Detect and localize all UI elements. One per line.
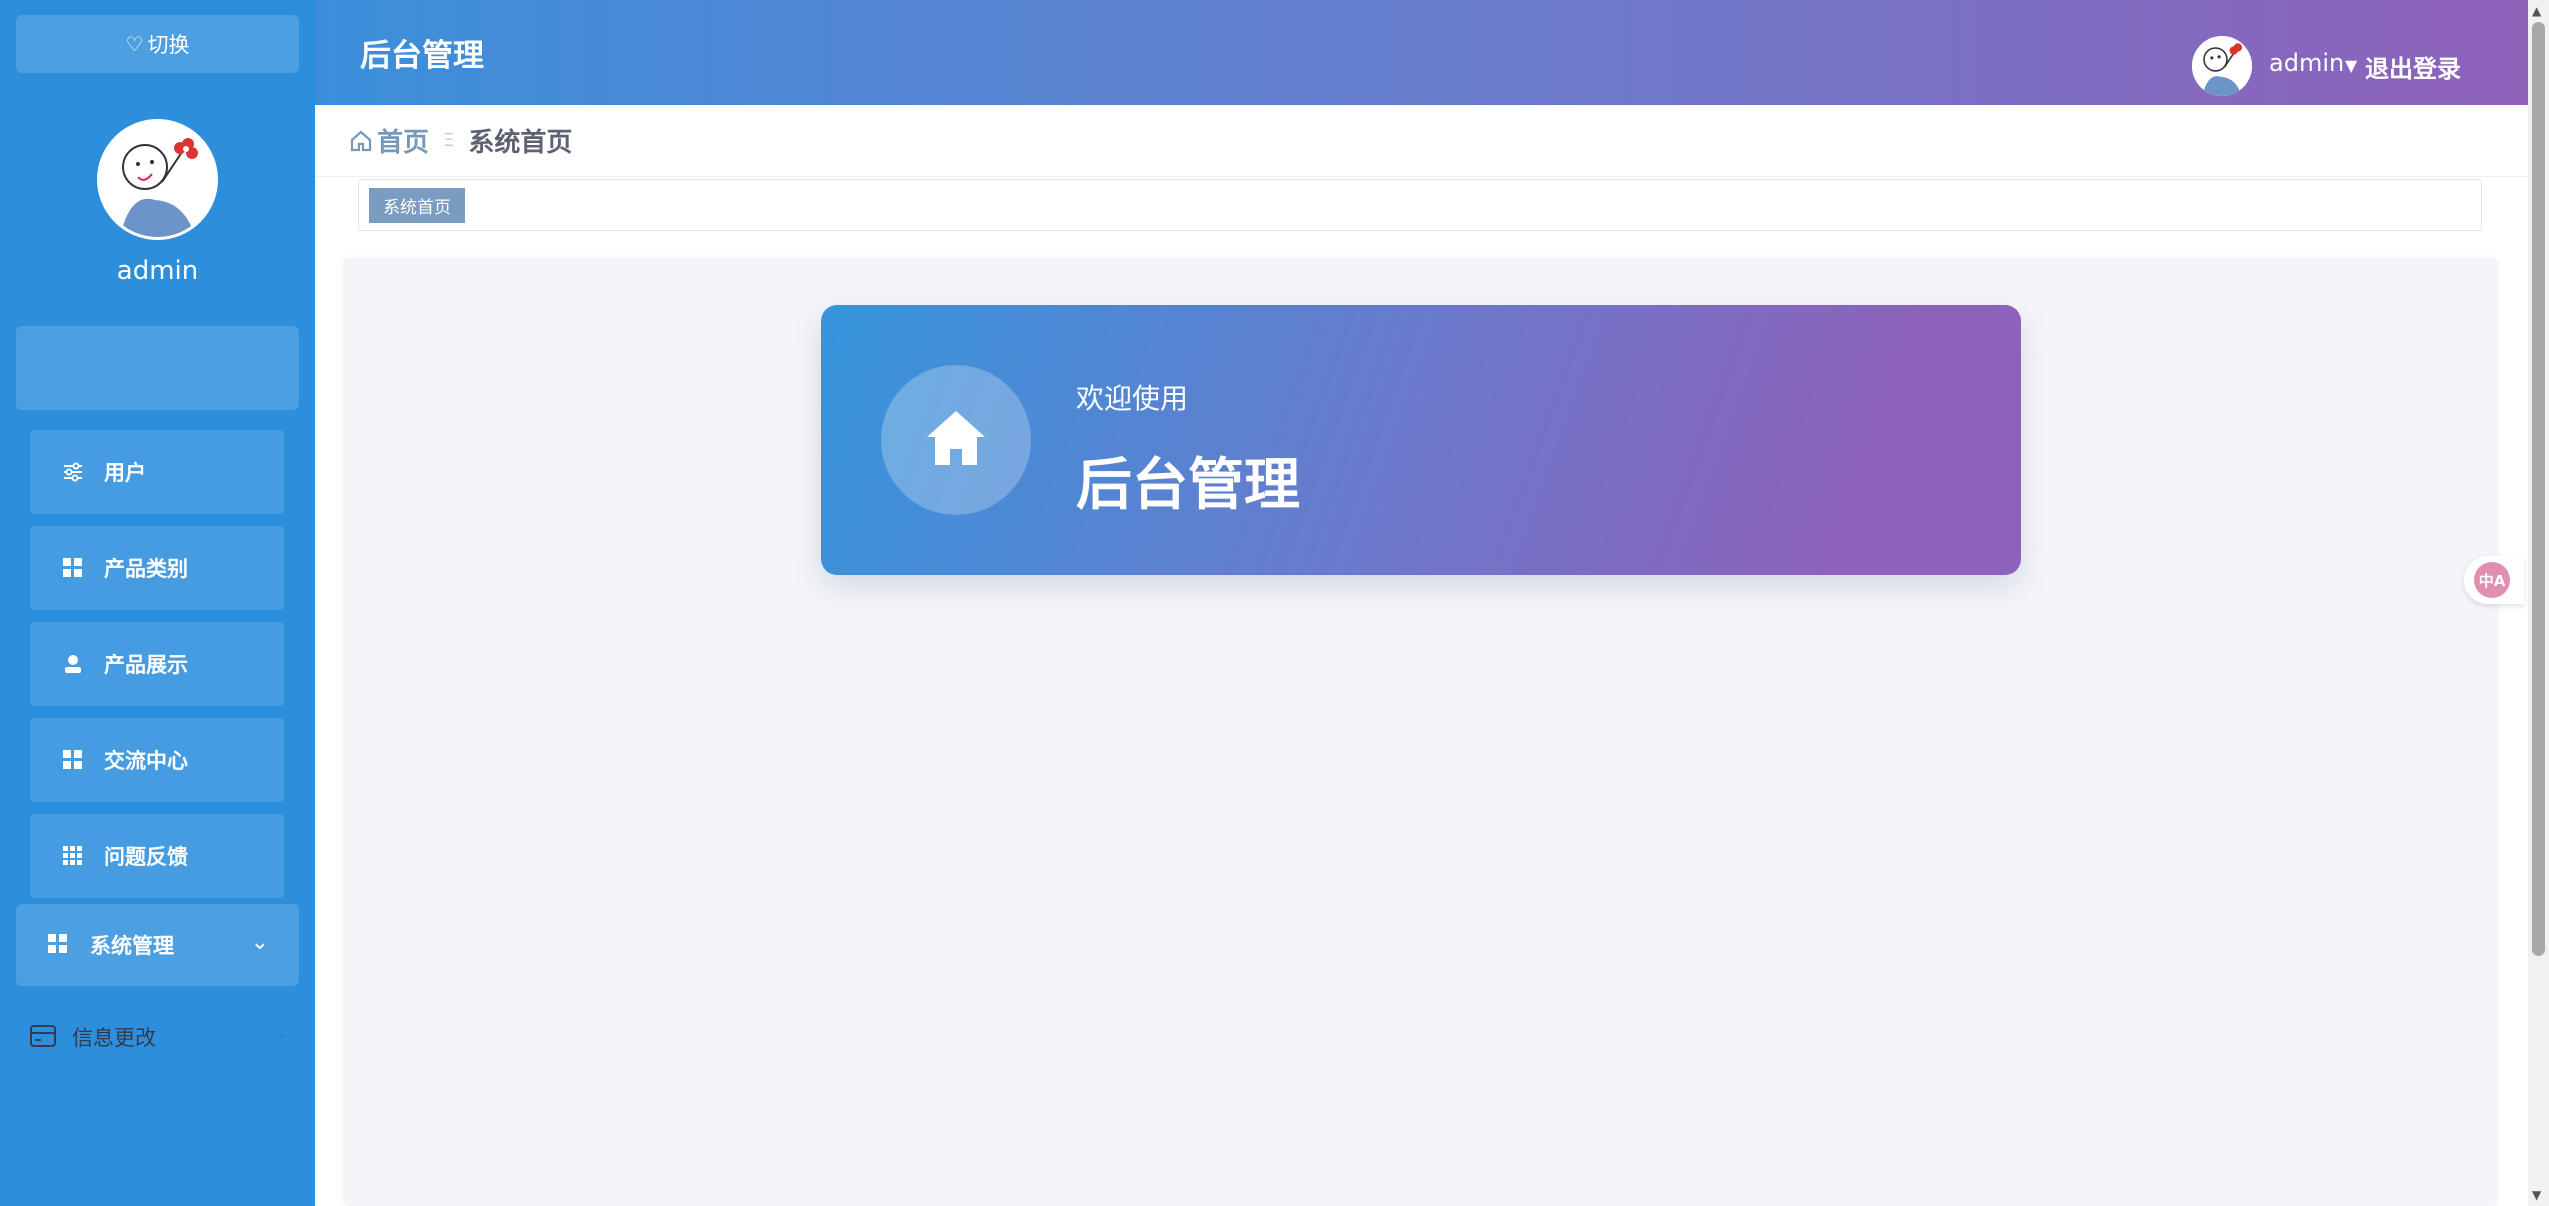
sidebar-item-feedback[interactable]: 问题反馈 (30, 814, 284, 898)
sliders-icon (62, 461, 84, 483)
header-avatar[interactable] (2192, 36, 2252, 96)
tab-system-home[interactable]: 系统首页 (369, 188, 465, 223)
home-icon (925, 409, 987, 471)
home-circle (881, 365, 1031, 515)
sidebar-item-product-category[interactable]: 产品类别 (30, 526, 284, 610)
sidebar-item-exchange-center[interactable]: 交流中心 (30, 718, 284, 802)
caret-down-icon[interactable]: ▼ (2345, 56, 2357, 75)
sidebar-item-info-change[interactable]: 信息更改 ⌄ (30, 1012, 290, 1062)
welcome-subtitle: 欢迎使用 (1076, 382, 1189, 415)
sidebar-item-label: 用户 (104, 461, 146, 485)
scroll-down-arrow-icon[interactable]: ▼ (2532, 1188, 2541, 1202)
chevron-down-icon: ⌄ (250, 930, 269, 955)
sidebar-item-users[interactable]: 用户 (30, 430, 284, 514)
welcome-card: 欢迎使用 后台管理 (821, 305, 2021, 575)
sidebar-item-label: 信息更改 (72, 1026, 156, 1050)
scrollbar-thumb[interactable] (2532, 22, 2545, 956)
breadcrumb-current: 系统首页 (468, 128, 573, 158)
grid-icon (48, 934, 70, 956)
tags-bar: 系统首页 (358, 179, 2482, 231)
sidebar-item-product-display[interactable]: 产品展示 (30, 622, 284, 706)
sidebar-item-label: 交流中心 (104, 749, 188, 773)
translate-icon: 中A (2474, 562, 2510, 598)
avatar (97, 119, 218, 240)
sidebar: ♡ 切换 admin 用户 产品类别 产品展示 交流中心 问题反馈 系统管理 ⌄… (0, 0, 315, 1206)
breadcrumb-separator: Ξ (443, 130, 455, 151)
switch-button[interactable]: ♡ 切换 (16, 15, 299, 73)
chevron-down-icon: ⌄ (273, 1020, 290, 1044)
grid-icon (62, 557, 84, 579)
app-title: 后台管理 (360, 38, 484, 74)
sidebar-item-label: 产品展示 (104, 653, 188, 677)
breadcrumb-home-link[interactable]: 首页 (377, 122, 429, 159)
sidebar-item-label: 问题反馈 (104, 845, 188, 869)
sidebar-item-system-management[interactable]: 系统管理 ⌄ (16, 904, 299, 986)
grid-icon (62, 749, 84, 771)
sidebar-item-label: 系统管理 (90, 934, 174, 958)
switch-label: 切换 (147, 33, 190, 57)
header-username[interactable]: admin (2269, 49, 2344, 77)
vertical-scrollbar[interactable]: ▲ ▼ (2528, 0, 2549, 1206)
home-icon[interactable] (349, 129, 373, 153)
welcome-title: 后台管理 (1076, 453, 1300, 518)
logout-button[interactable]: 退出登录 (2365, 49, 2461, 84)
card-icon (30, 1025, 56, 1049)
heart-icon: ♡ (125, 32, 144, 56)
scroll-up-arrow-icon[interactable]: ▲ (2532, 4, 2541, 18)
translate-button[interactable]: 中A (2464, 556, 2524, 604)
breadcrumb: 首页 Ξ 系统首页 (315, 105, 2528, 177)
sidebar-item-label: 产品类别 (104, 557, 188, 581)
top-header: 后台管理 admin ▼ 退出登录 (315, 0, 2528, 105)
person-icon (62, 653, 84, 675)
apps-icon (62, 845, 84, 867)
sidebar-search-area (16, 326, 299, 410)
sidebar-username: admin (116, 256, 199, 286)
